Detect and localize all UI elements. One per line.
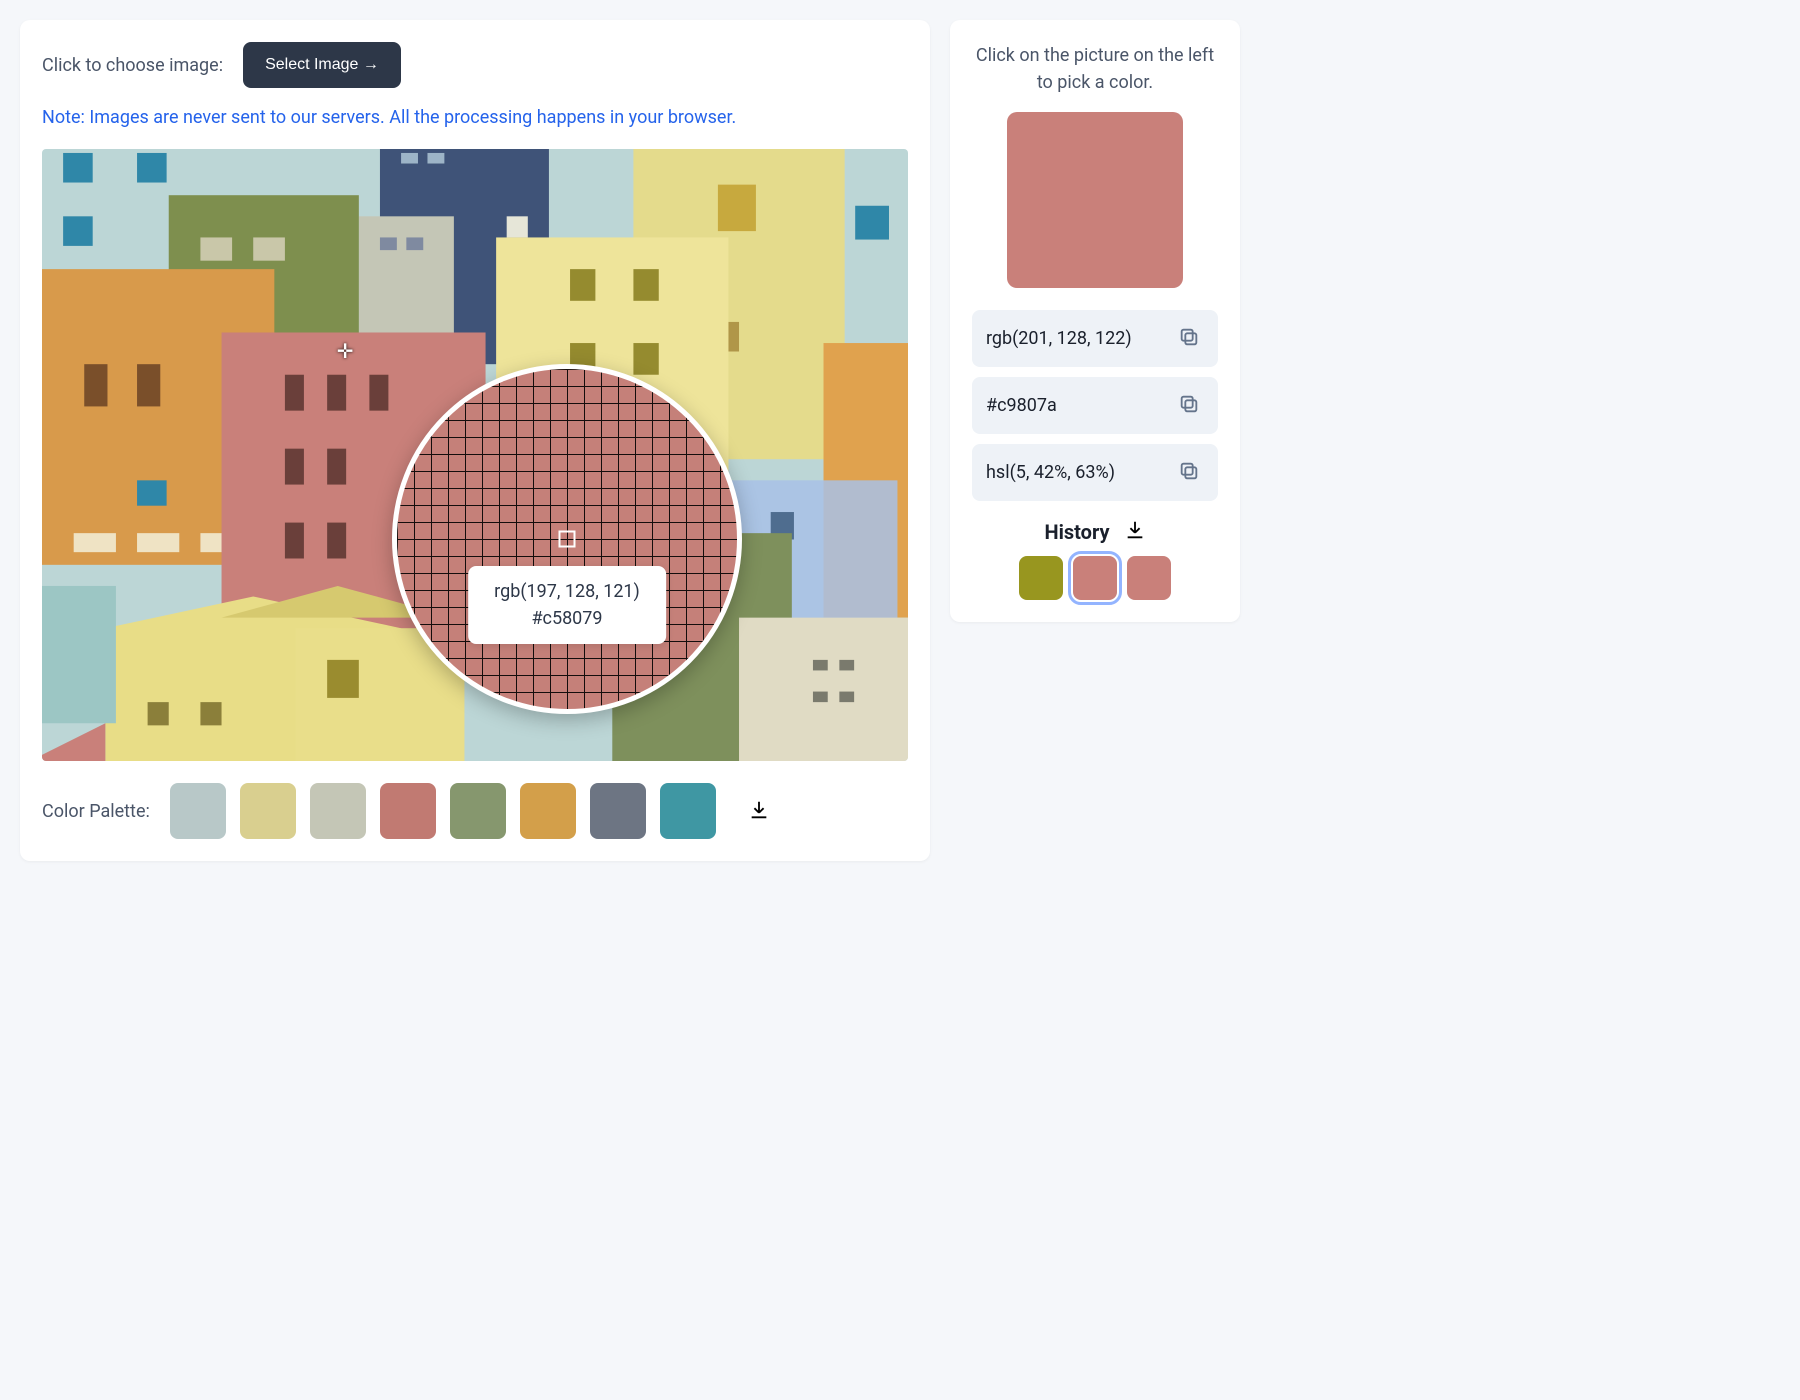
choose-image-label: Click to choose image: — [42, 55, 223, 76]
copy-hex-button[interactable] — [1174, 389, 1204, 422]
select-image-button[interactable]: Select Image → — [243, 42, 401, 88]
side-panel: Click on the picture on the left to pick… — [950, 20, 1240, 622]
download-icon — [748, 799, 770, 821]
history-header: History — [972, 519, 1218, 544]
palette-label: Color Palette: — [42, 801, 150, 822]
palette-swatch-2[interactable] — [310, 783, 366, 839]
hex-value-text: #c9807a — [986, 395, 1057, 416]
copy-hsl-button[interactable] — [1174, 456, 1204, 489]
copy-rgb-button[interactable] — [1174, 322, 1204, 355]
history-swatch-0[interactable] — [1019, 556, 1063, 600]
palette-row: Color Palette: — [42, 783, 908, 839]
source-image[interactable]: ✛ rgb(197, 128, 121) #c58079 — [42, 149, 908, 761]
palette-swatch-5[interactable] — [520, 783, 576, 839]
magnifier-rgb-value: rgb(197, 128, 121) — [494, 578, 640, 605]
copy-icon — [1178, 326, 1200, 348]
palette-swatch-4[interactable] — [450, 783, 506, 839]
palette-swatch-0[interactable] — [170, 783, 226, 839]
copy-icon — [1178, 460, 1200, 482]
rgb-value-row: rgb(201, 128, 122) — [972, 310, 1218, 367]
select-image-button-label: Select Image → — [265, 56, 379, 74]
side-instruction: Click on the picture on the left to pick… — [972, 42, 1218, 96]
hsl-value-text: hsl(5, 42%, 63%) — [986, 462, 1115, 483]
history-swatch-2[interactable] — [1127, 556, 1171, 600]
magnifier-lens: rgb(197, 128, 121) #c58079 — [392, 364, 742, 714]
palette-swatch-3[interactable] — [380, 783, 436, 839]
rgb-value-text: rgb(201, 128, 122) — [986, 328, 1132, 349]
hex-value-row: #c9807a — [972, 377, 1218, 434]
main-panel: Click to choose image: Select Image → No… — [20, 20, 930, 861]
privacy-note: Note: Images are never sent to our serve… — [42, 104, 908, 131]
history-swatches — [972, 556, 1218, 600]
palette-swatch-1[interactable] — [240, 783, 296, 839]
copy-icon — [1178, 393, 1200, 415]
magnifier-center-pixel — [559, 531, 576, 548]
magnifier-hex-value: #c58079 — [494, 605, 640, 632]
palette-swatches — [170, 783, 716, 839]
download-history-button[interactable] — [1124, 519, 1146, 544]
hsl-value-row: hsl(5, 42%, 63%) — [972, 444, 1218, 501]
palette-swatch-6[interactable] — [590, 783, 646, 839]
picked-color-swatch — [1007, 112, 1183, 288]
history-swatch-1[interactable] — [1073, 556, 1117, 600]
magnifier-tooltip: rgb(197, 128, 121) #c58079 — [468, 566, 666, 644]
history-title: History — [1044, 520, 1109, 544]
image-select-row: Click to choose image: Select Image → — [42, 42, 908, 88]
palette-swatch-7[interactable] — [660, 783, 716, 839]
download-palette-button[interactable] — [740, 791, 778, 832]
download-icon — [1124, 519, 1146, 541]
